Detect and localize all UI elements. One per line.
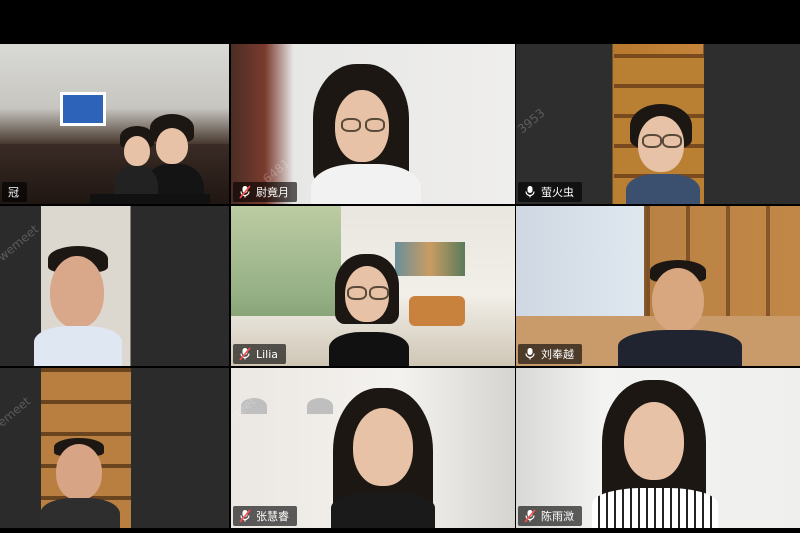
video-tile-2[interactable]: 6481 尉竟月	[231, 44, 515, 204]
video-feed	[231, 206, 515, 366]
nameplate: 陈雨溦	[518, 506, 582, 526]
nameplate: 张慧睿	[233, 506, 297, 526]
participant-name: Lilia	[256, 347, 279, 361]
video-feed	[231, 368, 515, 528]
nameplate: 刘奉越	[518, 344, 582, 364]
participant-name: 陈雨溦	[541, 510, 574, 523]
participant-name: 冠	[8, 186, 19, 199]
mic-icon	[525, 348, 535, 360]
mic-muted-icon	[239, 509, 251, 523]
video-tile-5[interactable]: wemeet Lilia	[231, 206, 515, 366]
video-feed	[0, 44, 229, 204]
video-gallery: 冠 6481 尉竟月 3953 萤火虫 wemeet Lilia 刘奉越 wem…	[0, 0, 800, 533]
participant-name: 刘奉越	[541, 348, 574, 361]
wall-logo	[60, 92, 106, 126]
participant-name: 张慧睿	[256, 510, 289, 523]
participant-name: 尉竟月	[256, 186, 289, 199]
video-tile-4[interactable]: wemeet	[0, 206, 229, 366]
video-tile-6[interactable]: 刘奉越	[516, 206, 800, 366]
video-tile-1[interactable]: 冠	[0, 44, 229, 204]
video-tile-7[interactable]: wemeet	[0, 368, 229, 528]
mic-icon	[525, 186, 535, 198]
mic-muted-icon	[239, 347, 251, 361]
nameplate: 尉竟月	[233, 182, 297, 202]
video-feed	[516, 206, 800, 366]
nameplate: 萤火虫	[518, 182, 582, 202]
video-feed	[516, 368, 800, 528]
mic-muted-icon	[524, 509, 536, 523]
nameplate: Lilia	[233, 344, 287, 364]
video-feed	[516, 44, 800, 204]
video-tile-9[interactable]: 陈雨溦	[516, 368, 800, 528]
mic-muted-icon	[239, 185, 251, 199]
participant-name: 萤火虫	[541, 186, 574, 199]
video-tile-3[interactable]: 3953 萤火虫	[516, 44, 800, 204]
video-feed	[0, 368, 229, 528]
nameplate: 冠	[2, 182, 27, 202]
video-tile-8[interactable]: wemeet 张慧睿	[231, 368, 515, 528]
